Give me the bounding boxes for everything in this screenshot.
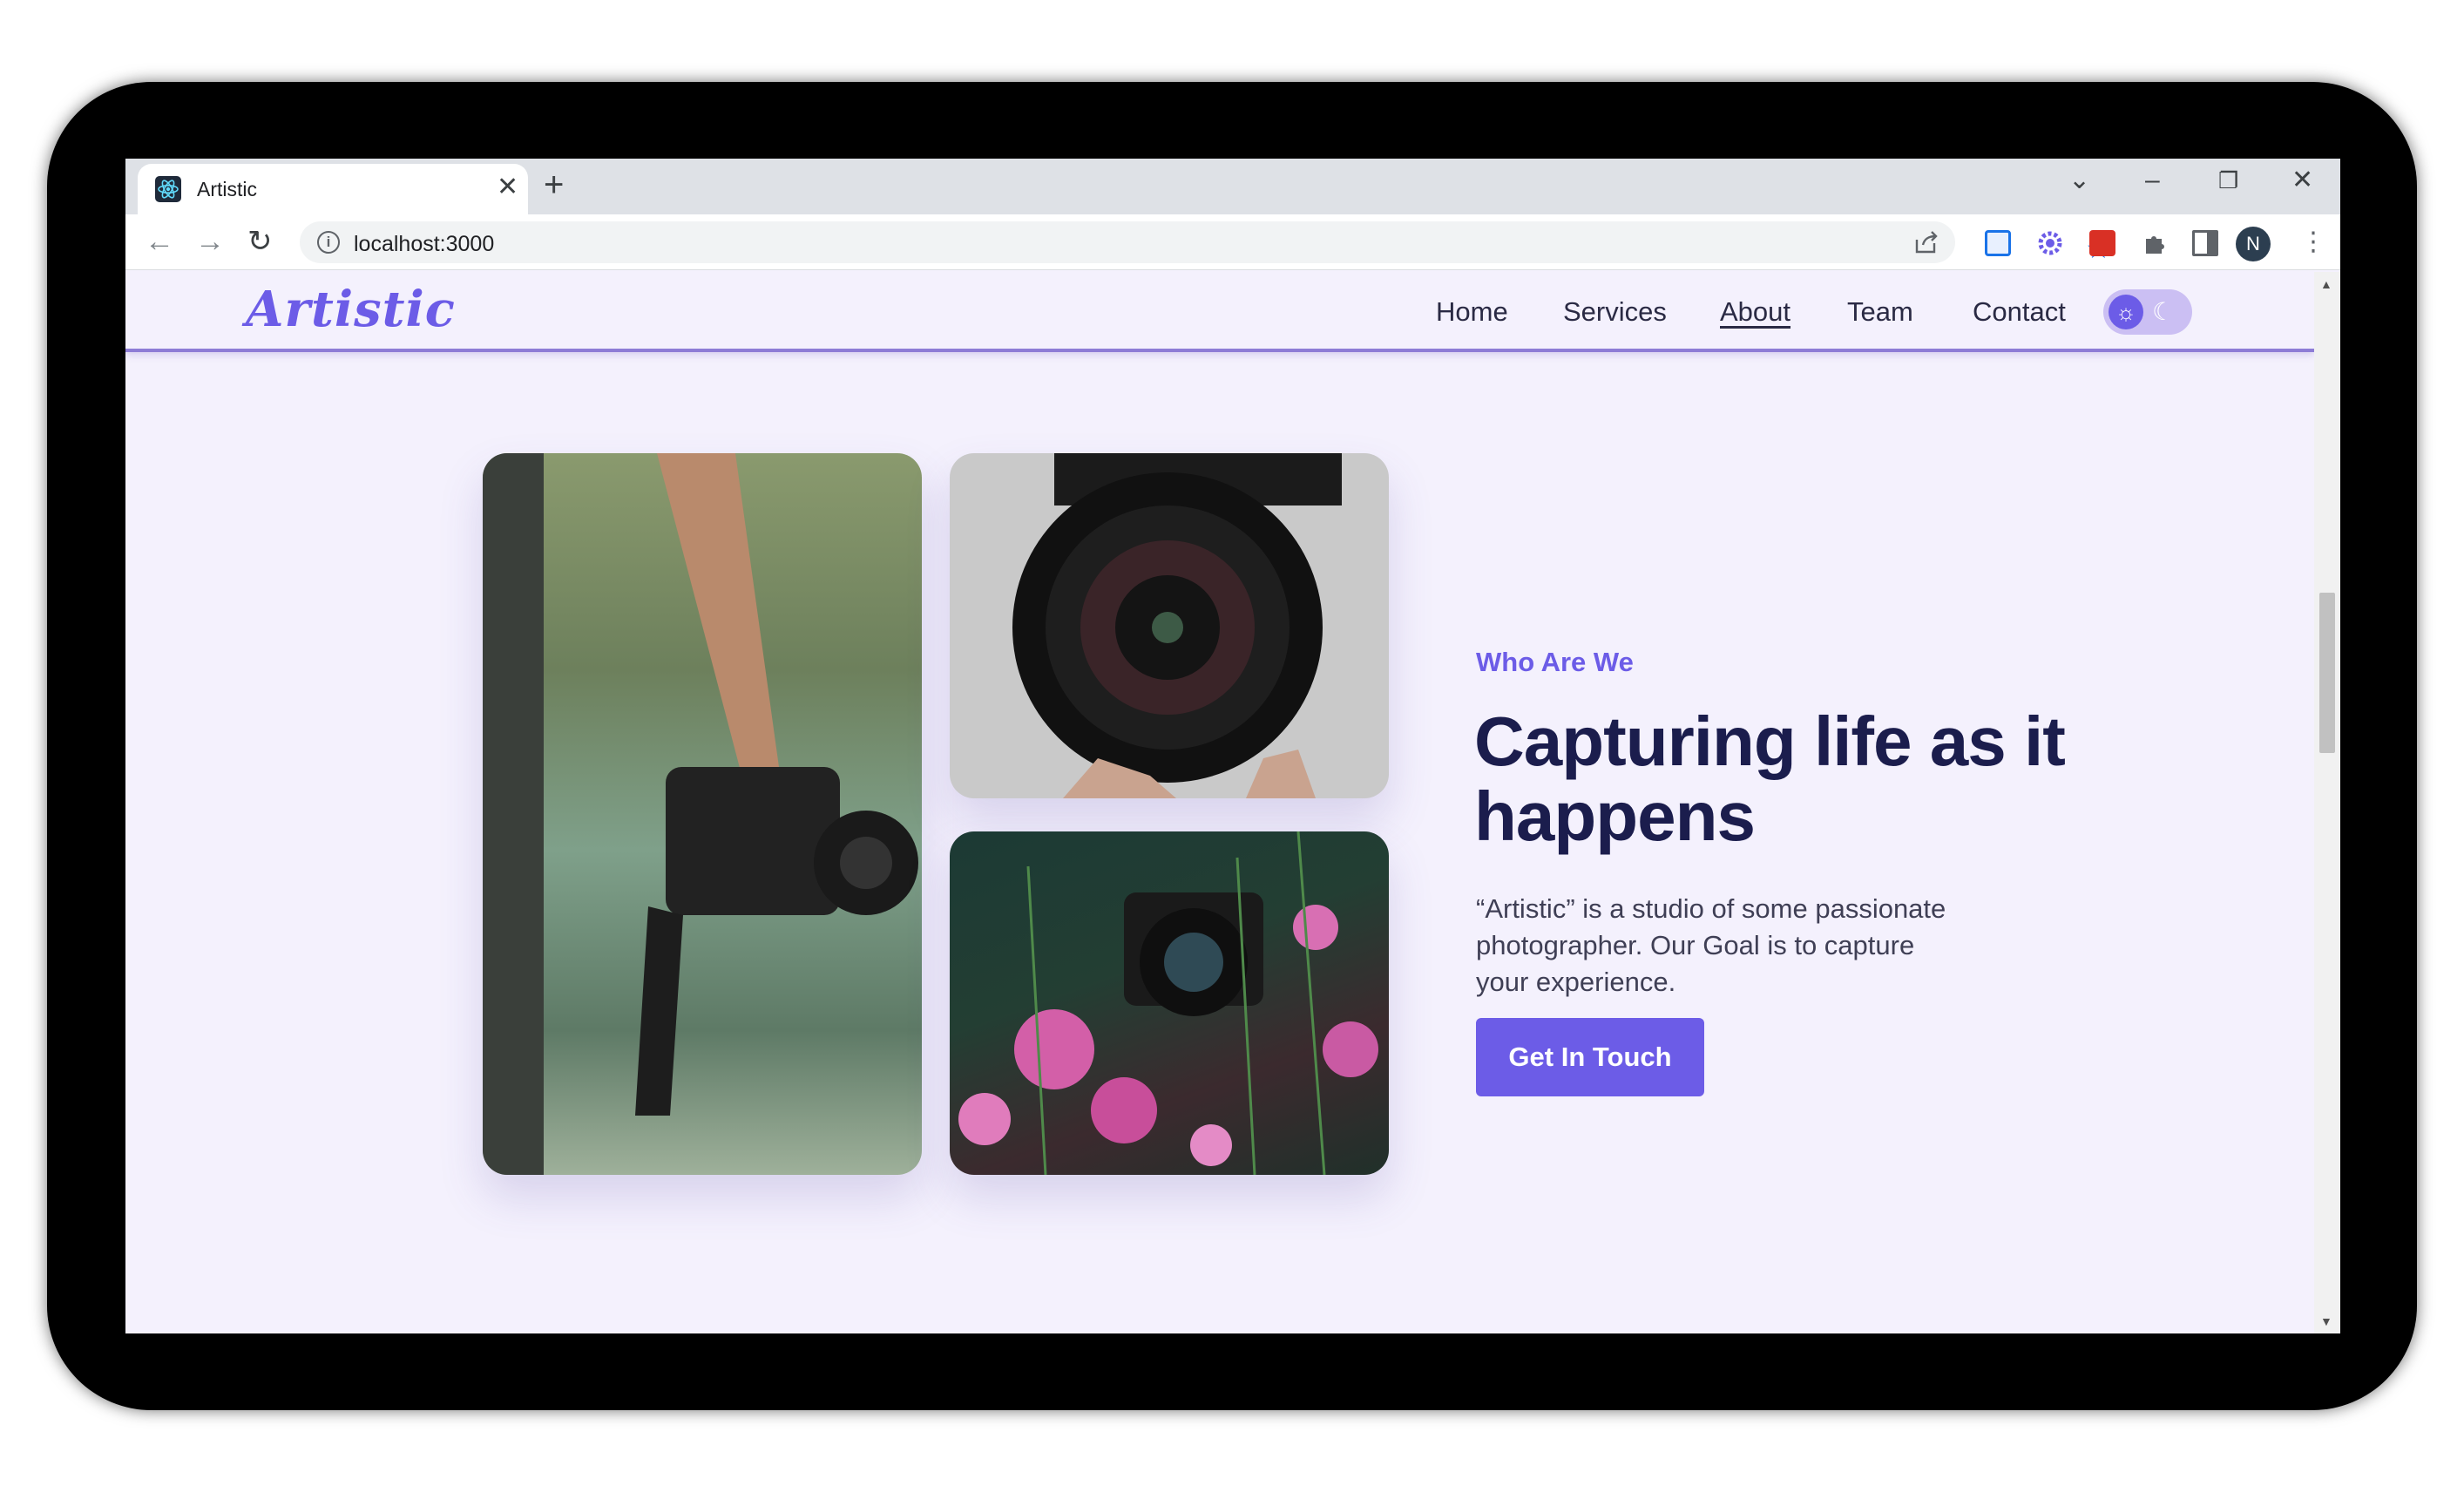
section-eyebrow: Who Are We (1476, 647, 1634, 677)
get-in-touch-button[interactable]: Get In Touch (1476, 1018, 1704, 1096)
extension-doc-icon[interactable] (1985, 230, 2011, 256)
minimize-icon[interactable]: – (2145, 166, 2160, 195)
page-viewport: Artistic Home Services About Team Contac… (125, 272, 2314, 1333)
nav-link-services[interactable]: Services (1563, 296, 1667, 328)
browser-toolbar: ← → ↻ i localhost:3000 ★ N ⋮ (125, 214, 2340, 270)
moon-icon: ☾ (2152, 298, 2175, 325)
url-text: localhost:3000 (354, 232, 495, 256)
reload-icon[interactable]: ↻ (247, 225, 273, 258)
site-info-icon[interactable]: i (317, 231, 340, 254)
extension-gear-icon[interactable] (2037, 230, 2063, 256)
react-favicon-icon (155, 176, 181, 202)
tab-search-dropdown-icon[interactable]: ⌄ (2068, 166, 2090, 195)
back-arrow-icon[interactable]: ← (145, 225, 174, 258)
browser-tab[interactable]: Artistic ✕ (138, 164, 528, 214)
theme-toggle[interactable]: ☼ ☾ (2103, 289, 2192, 335)
site-navbar: Artistic Home Services About Team Contac… (125, 272, 2314, 352)
hero-description: “Artistic” is a studio of some passionat… (1476, 893, 1946, 997)
sun-icon: ☼ (2109, 295, 2143, 329)
page-scrollbar[interactable]: ▲ ▼ (2314, 272, 2340, 1333)
tab-strip: Artistic ✕ + ⌄ – ❐ ✕ (125, 159, 2340, 214)
extension-red-icon[interactable] (2089, 230, 2115, 256)
tab-close-icon[interactable]: ✕ (497, 174, 518, 200)
hero-headline: Capturing life as it happens (1474, 702, 2066, 855)
profile-avatar[interactable]: N (2236, 227, 2271, 261)
forward-arrow-icon[interactable]: → (195, 225, 225, 258)
nav-link-contact[interactable]: Contact (1973, 296, 2066, 328)
nav-link-about[interactable]: About (1720, 296, 1790, 328)
photo-hand-holding-camera (483, 453, 922, 1175)
nav-link-team[interactable]: Team (1847, 296, 1913, 328)
tab-title: Artistic (197, 178, 257, 200)
photo-photographer-in-flowers (950, 831, 1389, 1175)
new-tab-button[interactable]: + (544, 167, 564, 202)
photo-camera-lens (950, 453, 1389, 798)
close-window-icon[interactable]: ✕ (2291, 166, 2313, 195)
extensions-puzzle-icon[interactable] (2142, 230, 2168, 256)
share-icon[interactable] (1913, 229, 1939, 261)
scroll-up-icon[interactable]: ▲ (2320, 277, 2332, 291)
browser-menu-icon[interactable]: ⋮ (2300, 225, 2326, 260)
scrollbar-thumb[interactable] (2319, 593, 2335, 753)
side-panel-icon[interactable] (2192, 230, 2218, 256)
restore-icon[interactable]: ❐ (2218, 166, 2238, 195)
address-bar[interactable]: i localhost:3000 ★ (300, 221, 2111, 264)
browser-window: Artistic ✕ + ⌄ – ❐ ✕ ← → ↻ i localhost:3… (125, 159, 2340, 1333)
site-logo[interactable]: Artistic (246, 281, 456, 338)
scroll-down-icon[interactable]: ▼ (2320, 1314, 2332, 1328)
nav-link-home[interactable]: Home (1436, 296, 1508, 328)
